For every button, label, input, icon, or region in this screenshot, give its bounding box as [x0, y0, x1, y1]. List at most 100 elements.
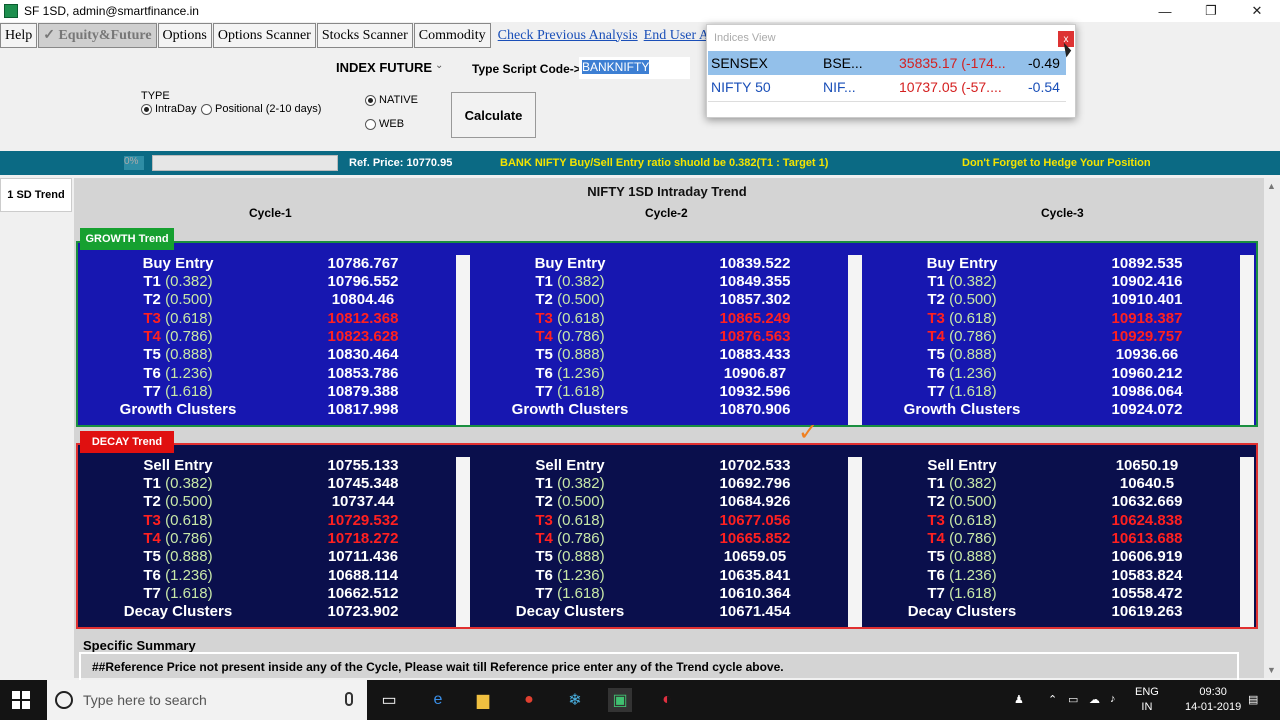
intraday-radio[interactable]: IntraDay [141, 103, 197, 115]
level-ratio: (0.618) [557, 310, 605, 327]
decay-row: T6 (1.236) 10688.114 [78, 567, 458, 585]
level-name: T3 [927, 512, 945, 529]
level-name: T2 [143, 291, 161, 308]
battery-icon[interactable]: ▭ [1068, 693, 1078, 706]
decay-row: Sell Entry 10702.533 [470, 457, 850, 475]
chrome-icon[interactable]: ● [517, 688, 541, 712]
growth-row: T5 (0.888) 10936.66 [862, 346, 1242, 364]
search-placeholder: Type here to search [83, 692, 207, 708]
level-name: Sell Entry [143, 457, 213, 474]
progress-bar [152, 155, 338, 171]
script-code-input[interactable]: BANKNIFTY [579, 57, 690, 79]
decay-column-scrollbar[interactable] [456, 457, 470, 627]
microphone-icon[interactable] [345, 692, 353, 706]
level-value: 10910.401 [1111, 291, 1183, 308]
scroll-down-icon[interactable]: ▼ [1267, 665, 1276, 675]
taskbar-search[interactable]: Type here to search [47, 680, 367, 720]
level-label: T4 (0.786) [862, 328, 1062, 345]
file-explorer-icon[interactable]: ▆ [471, 688, 495, 712]
close-button[interactable]: ✕ [1234, 0, 1280, 22]
positional-radio[interactable]: Positional (2-10 days) [201, 103, 321, 115]
level-value: 10677.056 [719, 512, 791, 529]
level-value: 10924.072 [1111, 401, 1183, 418]
language-indicator[interactable]: ENG IN [1135, 685, 1159, 715]
minimize-button[interactable]: — [1142, 0, 1188, 22]
level-value: 10635.841 [719, 567, 791, 584]
decay-row: T1 (0.382) 10640.5 [862, 475, 1242, 493]
edge-icon[interactable]: e [426, 688, 450, 712]
growth-trend-label: GROWTH Trend [80, 228, 174, 250]
level-name: Growth Clusters [903, 401, 1021, 418]
decay-row: Decay Clusters 10671.454 [470, 603, 850, 621]
decay-row: T4 (0.786) 10665.852 [470, 530, 850, 548]
level-value: 10865.249 [719, 310, 791, 327]
growth-row: T3 (0.618) 10812.368 [78, 310, 458, 328]
instrument-dropdown[interactable]: INDEX FUTURE [336, 60, 432, 75]
calculate-button[interactable]: Calculate [451, 92, 536, 138]
script-code-value: BANKNIFTY [582, 60, 650, 74]
index-change: -0.54 [1028, 79, 1060, 95]
scroll-up-icon[interactable]: ▲ [1267, 181, 1276, 191]
growth-row: T4 (0.786) 10876.563 [470, 328, 850, 346]
level-value: 10718.272 [327, 530, 399, 547]
growth-column-scrollbar[interactable] [1240, 255, 1254, 425]
chevron-down-icon[interactable]: ⌄ [435, 60, 443, 71]
level-label: Decay Clusters [78, 603, 278, 620]
decay-column-scrollbar[interactable] [1240, 457, 1254, 627]
index-row-sensex[interactable]: SENSEX BSE... 35835.17 (-174... -0.49 [708, 51, 1066, 75]
level-name: T2 [535, 291, 553, 308]
people-icon[interactable]: ♟ [1014, 693, 1024, 706]
growth-row: T4 (0.786) 10929.757 [862, 328, 1242, 346]
index-row-nifty[interactable]: NIFTY 50 NIF... 10737.05 (-57.... -0.54 [708, 75, 1066, 99]
level-label: T3 (0.618) [78, 512, 278, 529]
level-name: T7 [143, 585, 161, 602]
growth-column-scrollbar[interactable] [848, 255, 862, 425]
level-value: 10986.064 [1111, 383, 1183, 400]
level-ratio: (0.500) [949, 493, 997, 510]
show-hidden-icons-icon[interactable]: ⌃ [1048, 693, 1057, 706]
volume-icon[interactable]: ♪ [1110, 693, 1116, 705]
level-ratio: (0.888) [557, 346, 605, 363]
level-value: 10613.688 [1111, 530, 1183, 547]
level-name: Growth Clusters [119, 401, 237, 418]
maximize-button[interactable]: ❐ [1188, 0, 1234, 22]
index-exchange: BSE... [823, 55, 863, 71]
notification-icon[interactable]: ▤ [1248, 693, 1258, 706]
level-ratio: (0.888) [165, 548, 213, 565]
level-value: 10632.669 [1111, 493, 1183, 510]
menu-options[interactable]: Options [157, 23, 212, 48]
task-view-icon[interactable]: ▭ [377, 688, 401, 712]
growth-row: T2 (0.500) 10857.302 [470, 291, 850, 309]
web-radio[interactable]: WEB [365, 118, 404, 130]
pdf-reader-icon[interactable]: ◐ [655, 688, 679, 712]
level-ratio: (0.500) [165, 291, 213, 308]
windows-start-icon[interactable] [12, 691, 30, 709]
level-ratio: (1.618) [165, 383, 213, 400]
main-scrollbar[interactable]: ▲ ▼ [1264, 178, 1280, 678]
level-label: T1 (0.382) [470, 273, 670, 290]
menu-options-scanner[interactable]: Options Scanner [212, 23, 316, 48]
menu-commodity[interactable]: Commodity [413, 23, 491, 48]
network-icon[interactable]: ☁ [1089, 693, 1100, 706]
tab-1sd-trend[interactable]: 1 SD Trend [0, 178, 72, 212]
growth-column-scrollbar[interactable] [456, 255, 470, 425]
native-radio[interactable]: NATIVE [365, 94, 418, 106]
decay-row: T7 (1.618) 10610.364 [470, 585, 850, 603]
level-name: T6 [143, 567, 161, 584]
check-previous-analysis-link[interactable]: Check Previous Analysis [498, 28, 638, 44]
menu-help[interactable]: Help [0, 23, 38, 48]
growth-row: T6 (1.236) 10853.786 [78, 365, 458, 383]
decay-column-scrollbar[interactable] [848, 457, 862, 627]
level-label: Sell Entry [78, 457, 278, 474]
level-value: 10650.19 [1115, 457, 1179, 474]
progress-percent: 0% [124, 156, 144, 170]
snowflake-app-icon[interactable]: ❄ [563, 688, 587, 712]
menu-equity-future[interactable]: ✓ Equity&Future [38, 23, 157, 48]
clock[interactable]: 09:30 14-01-2019 [1185, 685, 1241, 715]
menu-stocks-scanner[interactable]: Stocks Scanner [316, 23, 413, 48]
decay-row: T2 (0.500) 10684.926 [470, 493, 850, 511]
level-value: 10812.368 [327, 310, 399, 327]
smartfinance-app-icon[interactable]: ▣ [608, 688, 632, 712]
decay-cycle-1-column: Sell Entry 10755.133 T1 (0.382) 10745.348 T2… [78, 457, 470, 627]
level-value: 10688.114 [327, 567, 399, 584]
